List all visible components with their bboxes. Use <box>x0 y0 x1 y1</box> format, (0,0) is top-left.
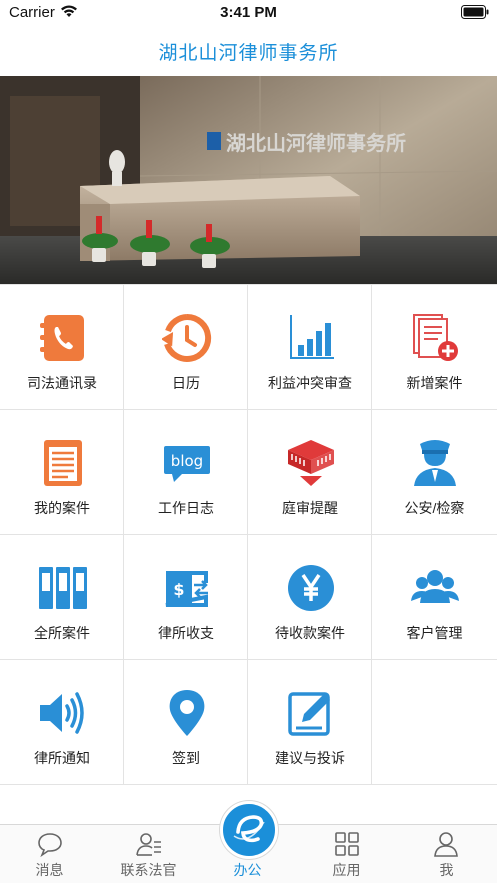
apps-grid-icon <box>335 832 359 856</box>
grid-item-conflict-check[interactable]: 利益冲突审查 <box>248 285 372 410</box>
grid-item-label: 签到 <box>172 750 200 766</box>
grid-item-label: 公安/检察 <box>404 500 465 516</box>
status-bar: Carrier 3:41 PM <box>0 0 497 26</box>
office-center-button[interactable] <box>220 801 278 859</box>
yen-coin-icon <box>288 565 334 611</box>
grid-item-police-procuratorate[interactable]: 公安/检察 <box>372 410 497 535</box>
grid-empty-cell <box>372 660 497 785</box>
grid-item-label: 利益冲突审查 <box>268 375 352 391</box>
grid-item-hearing-reminder[interactable]: 庭审提醒 <box>248 410 372 535</box>
banner-sign-text: 湖北山河律师事务所 <box>226 131 406 155</box>
grid-item-all-cases[interactable]: 全所案件 <box>0 535 124 660</box>
history-clock-icon <box>162 313 212 362</box>
grid-item-label: 日历 <box>172 375 200 391</box>
grid-item-label: 客户管理 <box>406 625 463 641</box>
grid-item-label: 司法通讯录 <box>27 375 97 391</box>
tab-label: 联系法官 <box>120 862 177 878</box>
tab-apps[interactable]: 应用 <box>297 825 396 883</box>
status-time: 3:41 PM <box>220 4 277 21</box>
tab-contact-judge[interactable]: 联系法官 <box>99 825 198 883</box>
grid-item-check-in[interactable]: 签到 <box>124 660 248 785</box>
tab-label: 办公 <box>233 862 262 878</box>
svg-text:blog: blog <box>171 452 203 470</box>
grid-item-work-log[interactable]: blog 工作日志 <box>124 410 248 535</box>
grid-item-judicial-directory[interactable]: 司法通讯录 <box>0 285 124 410</box>
e-office-icon <box>233 815 265 843</box>
grid-item-suggestions[interactable]: 建议与投诉 <box>248 660 372 785</box>
profile-icon <box>434 832 458 857</box>
grid-item-label: 建议与投诉 <box>275 750 345 766</box>
function-grid: 司法通讯录 日历 利益冲突审查 新增案件 我的案件 blog 工作日志 庭审提醒… <box>0 284 497 785</box>
grid-item-label: 全所案件 <box>34 625 90 641</box>
grid-item-label: 律所通知 <box>34 750 90 766</box>
svg-text:$: $ <box>173 580 184 599</box>
money-transfer-icon: $ <box>165 571 208 607</box>
location-pin-icon <box>169 690 205 736</box>
nav-bar: 湖北山河律师事务所 <box>0 26 497 76</box>
page-title: 湖北山河律师事务所 <box>158 43 339 64</box>
bar-chart-icon <box>290 315 334 359</box>
user-group-icon <box>411 570 459 603</box>
grid-item-label: 新增案件 <box>406 375 463 391</box>
banner-image: 湖北山河律师事务所 <box>0 76 497 284</box>
document-list-icon <box>44 440 82 486</box>
banner-carousel[interactable]: 湖北山河律师事务所 <box>0 76 497 284</box>
court-building-icon <box>288 440 334 486</box>
tab-me[interactable]: 我 <box>396 825 497 883</box>
battery-icon <box>461 5 489 19</box>
grid-item-firm-finance[interactable]: $ 律所收支 <box>124 535 248 660</box>
tab-messages[interactable]: 消息 <box>0 825 99 883</box>
grid-item-new-case[interactable]: 新增案件 <box>372 285 497 410</box>
chat-bubble-icon <box>38 833 62 858</box>
police-officer-icon <box>414 440 456 486</box>
grid-item-my-cases[interactable]: 我的案件 <box>0 410 124 535</box>
grid-item-calendar[interactable]: 日历 <box>124 285 248 410</box>
tab-label: 应用 <box>332 862 361 878</box>
tab-label: 我 <box>439 862 454 878</box>
speaker-icon <box>40 692 84 734</box>
tab-label: 消息 <box>35 862 64 878</box>
grid-item-client-management[interactable]: 客户管理 <box>372 535 497 660</box>
grid-item-receivable-cases[interactable]: 待收款案件 <box>248 535 372 660</box>
grid-item-label: 我的案件 <box>34 500 90 516</box>
grid-item-label: 待收款案件 <box>275 625 345 641</box>
contacts-book-icon <box>40 315 84 361</box>
binders-icon <box>39 567 87 609</box>
contact-person-icon <box>136 833 161 856</box>
grid-item-label: 工作日志 <box>158 500 214 516</box>
blog-icon: blog <box>164 446 210 482</box>
grid-item-label: 庭审提醒 <box>282 500 338 516</box>
grid-item-label: 律所收支 <box>158 625 214 641</box>
grid-item-firm-notice[interactable]: 律所通知 <box>0 660 124 785</box>
add-document-icon <box>413 314 458 361</box>
edit-note-icon <box>288 692 330 736</box>
